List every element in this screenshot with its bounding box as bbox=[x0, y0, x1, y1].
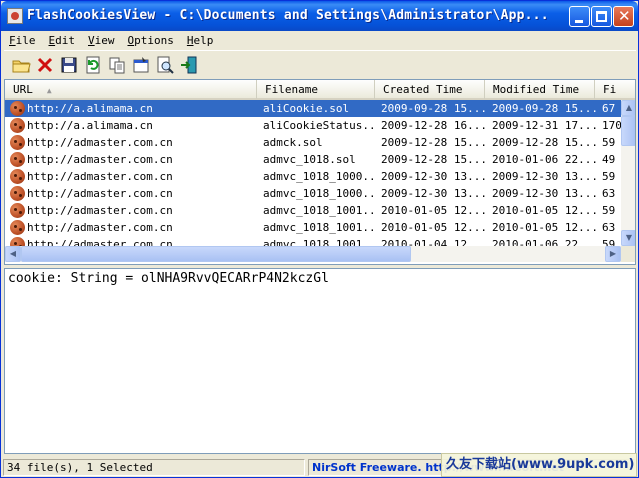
cookie-icon bbox=[10, 135, 25, 150]
scroll-left-button[interactable]: ◀ bbox=[5, 246, 21, 262]
toolbar bbox=[4, 50, 636, 77]
column-header-created[interactable]: Created Time bbox=[375, 80, 485, 99]
cookie-icon bbox=[10, 203, 25, 218]
cookie-icon bbox=[10, 118, 25, 133]
scrollbar-corner bbox=[621, 246, 635, 262]
close-icon: ✕ bbox=[618, 7, 631, 25]
title-bar[interactable]: FlashCookiesView - C:\Documents and Sett… bbox=[1, 1, 638, 31]
refresh-button[interactable] bbox=[82, 54, 104, 76]
menu-options[interactable]: Options bbox=[123, 34, 179, 47]
delete-button[interactable] bbox=[34, 54, 56, 76]
minimize-button[interactable] bbox=[569, 6, 590, 27]
details-pane[interactable]: cookie: String = olNHA9RvvQECARrP4N2kczG… bbox=[4, 268, 636, 454]
table-row[interactable]: http://admaster.com.cn admvc_1018_1001..… bbox=[5, 219, 621, 236]
table-row[interactable]: http://a.alimama.cn aliCookieStatus... 2… bbox=[5, 117, 621, 134]
chevron-down-icon: ▼ bbox=[625, 233, 633, 242]
exit-icon bbox=[181, 56, 197, 74]
find-icon bbox=[157, 56, 174, 74]
cookie-icon bbox=[10, 237, 25, 246]
vertical-scroll-thumb[interactable] bbox=[621, 116, 635, 146]
horizontal-scroll-thumb[interactable] bbox=[21, 246, 411, 262]
list-header: URL ▲ Filename Created Time Modified Time… bbox=[5, 80, 635, 100]
menu-file[interactable]: File bbox=[4, 34, 41, 47]
column-header-size[interactable]: Fi bbox=[595, 80, 635, 99]
maximize-button[interactable] bbox=[591, 6, 612, 27]
save-icon bbox=[61, 57, 77, 73]
exit-button[interactable] bbox=[178, 54, 200, 76]
scroll-right-button[interactable]: ▶ bbox=[605, 246, 621, 262]
minimize-icon bbox=[575, 20, 583, 23]
cookie-content-text: cookie: String = olNHA9RvvQECARrP4N2kczG… bbox=[8, 271, 329, 286]
cookie-icon bbox=[10, 169, 25, 184]
open-folder-button[interactable] bbox=[10, 54, 32, 76]
scroll-up-button[interactable]: ▲ bbox=[621, 100, 635, 116]
table-row[interactable]: http://admaster.com.cn admvc_1018_1000..… bbox=[5, 185, 621, 202]
cookies-list[interactable]: URL ▲ Filename Created Time Modified Time… bbox=[4, 79, 636, 265]
chevron-right-icon: ▶ bbox=[609, 249, 617, 258]
table-row[interactable]: http://a.alimama.cn aliCookie.sol 2009-0… bbox=[5, 100, 621, 117]
save-button[interactable] bbox=[58, 54, 80, 76]
refresh-icon bbox=[86, 56, 100, 74]
column-header-modified[interactable]: Modified Time bbox=[485, 80, 595, 99]
list-rows: http://a.alimama.cn aliCookie.sol 2009-0… bbox=[5, 100, 621, 246]
menu-help[interactable]: Help bbox=[182, 34, 219, 47]
status-file-count: 34 file(s), 1 Selected bbox=[3, 459, 305, 476]
cookie-icon bbox=[10, 101, 25, 116]
menu-edit[interactable]: Edit bbox=[44, 34, 81, 47]
table-row[interactable]: http://admaster.com.cn admck.sol 2009-12… bbox=[5, 134, 621, 151]
cookie-icon bbox=[10, 152, 25, 167]
find-button[interactable] bbox=[154, 54, 176, 76]
table-row[interactable]: http://admaster.com.cn admvc_1018_1001..… bbox=[5, 202, 621, 219]
folder-open-icon bbox=[12, 60, 31, 73]
copy-button[interactable] bbox=[106, 54, 128, 76]
vertical-scrollbar[interactable]: ▲ ▼ bbox=[621, 100, 635, 246]
table-row[interactable]: http://admaster.com.cn admvc_1018_1001..… bbox=[5, 236, 621, 246]
app-window: FlashCookiesView - C:\Documents and Sett… bbox=[0, 0, 639, 478]
sort-ascending-icon: ▲ bbox=[46, 86, 52, 95]
app-icon[interactable] bbox=[7, 8, 23, 24]
column-header-url[interactable]: URL ▲ bbox=[5, 80, 257, 99]
properties-icon bbox=[133, 57, 149, 73]
menu-view[interactable]: View bbox=[83, 34, 120, 47]
table-row[interactable]: http://admaster.com.cn admvc_1018_1000..… bbox=[5, 168, 621, 185]
cookie-icon bbox=[10, 186, 25, 201]
cookie-icon bbox=[10, 220, 25, 235]
horizontal-scrollbar[interactable]: ◀ ▶ bbox=[5, 246, 621, 262]
table-row[interactable]: http://admaster.com.cn admvc_1018.sol 20… bbox=[5, 151, 621, 168]
menu-bar: File Edit View Options Help bbox=[4, 31, 636, 49]
maximize-icon bbox=[596, 11, 607, 22]
close-button[interactable]: ✕ bbox=[613, 6, 634, 27]
column-header-filename[interactable]: Filename bbox=[257, 80, 375, 99]
window-title: FlashCookiesView - C:\Documents and Sett… bbox=[27, 8, 549, 23]
copy-icon bbox=[109, 57, 125, 74]
chevron-up-icon: ▲ bbox=[625, 103, 633, 112]
delete-icon bbox=[37, 57, 53, 73]
properties-button[interactable] bbox=[130, 54, 152, 76]
site-watermark: 久友下载站(www.9upk.com) bbox=[441, 453, 637, 477]
chevron-left-icon: ◀ bbox=[9, 249, 17, 258]
scroll-down-button[interactable]: ▼ bbox=[621, 230, 635, 246]
